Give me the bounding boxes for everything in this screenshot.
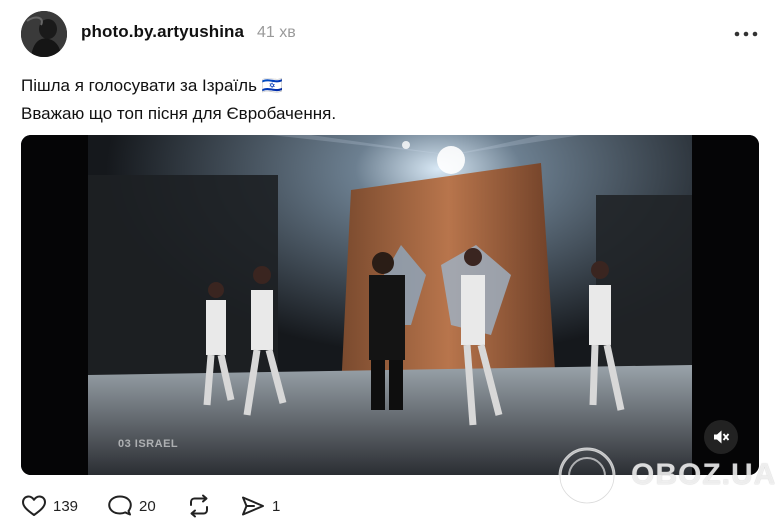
reply-button[interactable]: 20 <box>107 492 156 520</box>
post-time: 41 хв <box>257 24 296 41</box>
speaker-muted-icon <box>714 430 730 444</box>
avatar-image <box>21 11 67 57</box>
reply-count: 20 <box>139 497 156 515</box>
send-icon <box>242 496 264 516</box>
more-horizontal-icon <box>734 31 758 37</box>
share-button[interactable]: 1 <box>240 492 280 520</box>
avatar[interactable] <box>21 11 67 57</box>
video-player[interactable]: 03 ISRAEL <box>21 135 759 475</box>
thread-post: photo.by.artyushina 41 хв Пішла я голосу… <box>0 0 775 528</box>
username[interactable]: photo.by.artyushina <box>81 22 244 42</box>
repost-button[interactable] <box>186 492 212 520</box>
like-count: 139 <box>53 497 79 515</box>
post-text-line-1: Пішла я голосувати за Ізраїль 🇮🇱 <box>21 76 283 95</box>
like-button[interactable]: 139 <box>21 492 78 520</box>
heart-icon <box>22 495 46 516</box>
video-frame <box>21 135 759 475</box>
more-options-button[interactable] <box>731 22 761 44</box>
video-overlay-label: 03 ISRAEL <box>118 438 179 450</box>
mute-toggle-button[interactable] <box>704 420 738 454</box>
post-actions: 139 20 1 <box>21 492 421 520</box>
repost-icon <box>190 494 208 518</box>
share-count: 1 <box>272 497 281 515</box>
comment-bubble-icon <box>108 495 132 516</box>
post-text-line-2: Вважаю що топ пісня для Євробачення. <box>21 104 337 123</box>
